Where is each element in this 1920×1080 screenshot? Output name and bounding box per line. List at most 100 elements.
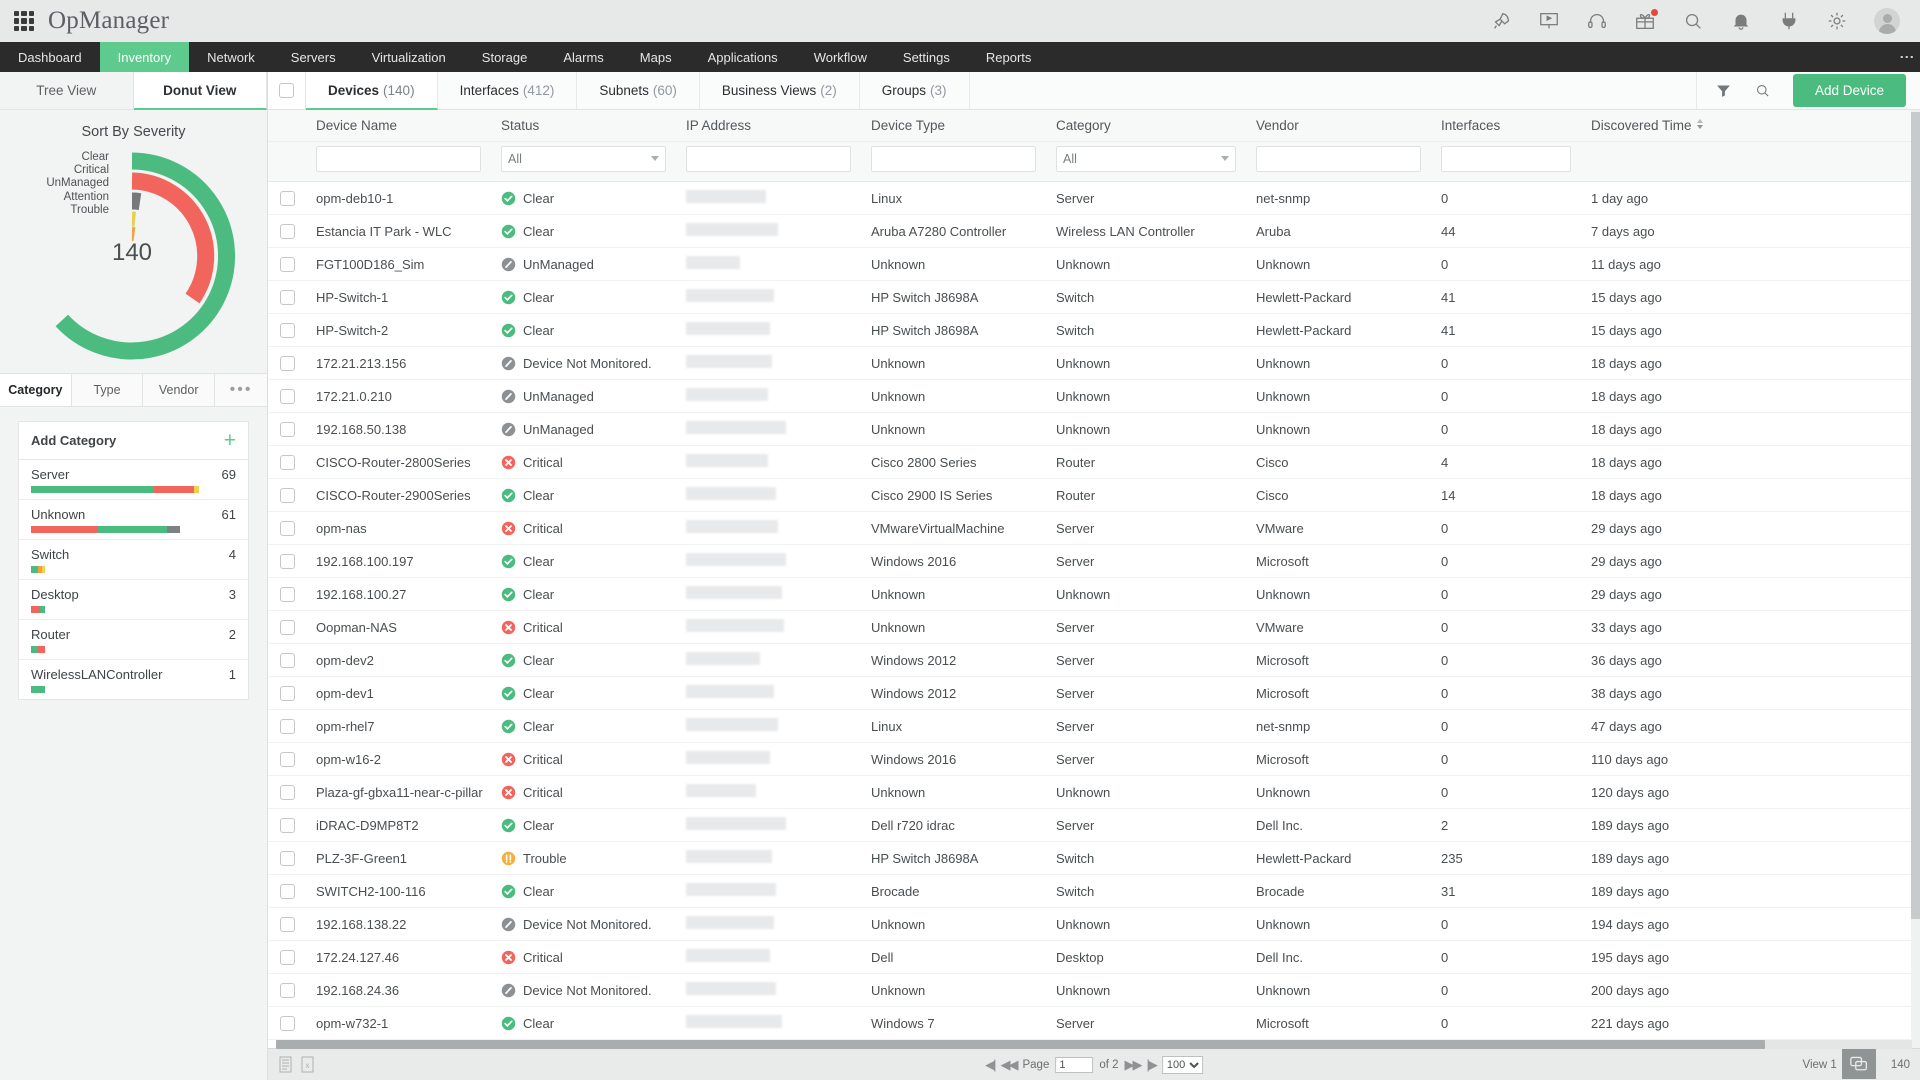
plug-icon[interactable] bbox=[1778, 10, 1800, 32]
chat-icon[interactable] bbox=[1842, 1049, 1876, 1079]
funnel-icon[interactable] bbox=[1715, 82, 1732, 99]
category-item[interactable]: Unknown 61 bbox=[19, 500, 248, 540]
column-header-device-name[interactable]: Device Name bbox=[306, 110, 491, 142]
cell-device-name[interactable]: opm-w16-2 bbox=[306, 742, 491, 776]
table-row[interactable]: 192.168.50.138 UnManaged Unknown Unknown Unk… bbox=[268, 412, 1920, 446]
row-checkbox[interactable] bbox=[279, 554, 295, 570]
nav-item-servers[interactable]: Servers bbox=[273, 42, 354, 72]
grouping-more-icon[interactable]: ••• bbox=[215, 374, 268, 406]
row-checkbox[interactable] bbox=[279, 719, 295, 735]
nav-item-alarms[interactable]: Alarms bbox=[545, 42, 621, 72]
cell-device-name[interactable]: CISCO-Router-2900Series bbox=[306, 478, 491, 512]
table-row[interactable]: opm-rhel7 Clear Linux Server net-snmp 0 47 day… bbox=[268, 709, 1920, 743]
cell-device-name[interactable]: FGT100D186_Sim bbox=[306, 247, 491, 281]
cell-device-name[interactable]: opm-deb10-1 bbox=[306, 181, 491, 215]
cell-device-name[interactable]: Plaza-gf-gbxa11-near-c-pillar bbox=[306, 775, 491, 809]
status-filter-select[interactable] bbox=[501, 146, 666, 172]
category-item[interactable]: Switch 4 bbox=[19, 540, 248, 580]
select-all-checkbox[interactable] bbox=[279, 83, 294, 98]
nav-item-network[interactable]: Network bbox=[189, 42, 273, 72]
nav-item-inventory[interactable]: Inventory bbox=[99, 42, 190, 72]
cell-device-name[interactable]: opm-dev2 bbox=[306, 643, 491, 677]
row-checkbox[interactable] bbox=[279, 917, 295, 933]
table-row[interactable]: 172.21.213.156 Device Not Monitored. Unkno… bbox=[268, 346, 1920, 380]
app-grid-icon[interactable] bbox=[14, 11, 34, 31]
cell-device-name[interactable]: iDRAC-D9MP8T2 bbox=[306, 808, 491, 842]
search-icon[interactable] bbox=[1682, 10, 1704, 32]
table-row[interactable]: 172.24.127.46 Critical Dell Desktop Dell Inc… bbox=[268, 940, 1920, 974]
column-header-interfaces[interactable]: Interfaces bbox=[1431, 110, 1581, 142]
view-tab-tree-view[interactable]: Tree View bbox=[0, 72, 134, 109]
row-checkbox[interactable] bbox=[279, 323, 295, 339]
inventory-tab-subnets[interactable]: Subnets (60) bbox=[577, 72, 700, 109]
inventory-tab-devices[interactable]: Devices (140) bbox=[306, 72, 438, 110]
headset-icon[interactable] bbox=[1586, 10, 1608, 32]
row-checkbox[interactable] bbox=[279, 785, 295, 801]
nav-item-dashboard[interactable]: Dashboard bbox=[0, 42, 100, 72]
table-row[interactable]: 172.21.0.210 UnManaged Unknown Unknown Unkno… bbox=[268, 379, 1920, 413]
page-size-select[interactable]: 100 bbox=[1161, 1055, 1203, 1074]
table-row[interactable]: 192.168.138.22 Device Not Monitored. Unkno… bbox=[268, 907, 1920, 941]
table-row[interactable]: 192.168.100.197 Clear Windows 2016 Server Mi… bbox=[268, 544, 1920, 578]
cell-device-name[interactable]: opm-rhel7 bbox=[306, 709, 491, 743]
pdf-export-icon[interactable] bbox=[278, 1056, 293, 1073]
row-checkbox[interactable] bbox=[279, 191, 295, 207]
row-checkbox[interactable] bbox=[279, 851, 295, 867]
row-checkbox[interactable] bbox=[279, 653, 295, 669]
cell-device-name[interactable]: HP-Switch-1 bbox=[306, 280, 491, 314]
column-header-ip-address[interactable]: IP Address bbox=[676, 110, 861, 142]
table-row[interactable]: 192.168.100.27 Clear Unknown Unknown Unknown… bbox=[268, 577, 1920, 611]
grouping-tab-type[interactable]: Type bbox=[71, 374, 144, 406]
device-type-filter-input[interactable] bbox=[871, 146, 1036, 172]
row-checkbox[interactable] bbox=[279, 983, 295, 999]
category-filter-select[interactable] bbox=[1056, 146, 1236, 172]
grouping-tab-category[interactable]: Category bbox=[0, 374, 72, 406]
row-checkbox[interactable] bbox=[279, 488, 295, 504]
nav-item-workflow[interactable]: Workflow bbox=[796, 42, 885, 72]
presentation-icon[interactable] bbox=[1538, 10, 1560, 32]
row-checkbox[interactable] bbox=[279, 356, 295, 372]
grouping-tab-vendor[interactable]: Vendor bbox=[143, 374, 216, 406]
plus-icon[interactable]: + bbox=[224, 430, 236, 451]
column-header-category[interactable]: Category bbox=[1046, 110, 1246, 142]
cell-device-name[interactable]: 172.21.0.210 bbox=[306, 379, 491, 413]
cell-device-name[interactable]: 172.21.213.156 bbox=[306, 346, 491, 380]
search-icon[interactable] bbox=[1754, 82, 1771, 99]
row-checkbox[interactable] bbox=[279, 950, 295, 966]
cell-device-name[interactable]: 172.24.127.46 bbox=[306, 940, 491, 974]
table-row[interactable]: opm-deb10-1 Clear Linux Server net-snmp 0 1 da… bbox=[268, 181, 1920, 215]
prev-page-button[interactable]: ◀◀ bbox=[1000, 1057, 1018, 1073]
inventory-tab-interfaces[interactable]: Interfaces (412) bbox=[437, 72, 578, 109]
cell-device-name[interactable]: CISCO-Router-2800Series bbox=[306, 445, 491, 479]
column-header-device-type[interactable]: Device Type bbox=[861, 110, 1046, 142]
nav-overflow-icon[interactable]: ⋮ bbox=[1894, 42, 1920, 72]
category-item[interactable]: Router 2 bbox=[19, 620, 248, 660]
category-item[interactable]: WirelessLANController 1 bbox=[19, 660, 248, 699]
page-number-input[interactable] bbox=[1055, 1056, 1094, 1073]
cell-device-name[interactable]: opm-dev1 bbox=[306, 676, 491, 710]
row-checkbox[interactable] bbox=[279, 752, 295, 768]
cell-device-name[interactable]: 192.168.50.138 bbox=[306, 412, 491, 446]
gear-icon[interactable] bbox=[1826, 10, 1848, 32]
excel-export-icon[interactable]: x bbox=[300, 1056, 315, 1073]
last-page-button[interactable]: |▶ bbox=[1147, 1057, 1158, 1073]
avatar[interactable] bbox=[1874, 8, 1900, 34]
row-checkbox[interactable] bbox=[279, 587, 295, 603]
cell-device-name[interactable]: PLZ-3F-Green1 bbox=[306, 841, 491, 875]
nav-item-settings[interactable]: Settings bbox=[885, 42, 968, 72]
column-header-vendor[interactable]: Vendor bbox=[1246, 110, 1431, 142]
row-checkbox[interactable] bbox=[279, 290, 295, 306]
nav-item-maps[interactable]: Maps bbox=[622, 42, 690, 72]
device-name-filter-input[interactable] bbox=[316, 146, 481, 172]
cell-device-name[interactable]: opm-w732-1 bbox=[306, 1006, 491, 1040]
table-row[interactable]: opm-dev2 Clear Windows 2012 Server Microsoft… bbox=[268, 643, 1920, 677]
table-row[interactable]: opm-nas Critical VMwareVirtualMachine Serve… bbox=[268, 511, 1920, 545]
add-device-button[interactable]: Add Device bbox=[1792, 74, 1906, 107]
view-tab-donut-view[interactable]: Donut View bbox=[133, 72, 267, 110]
nav-item-virtualization[interactable]: Virtualization bbox=[354, 42, 464, 72]
donut-chart[interactable]: Clear Critical UnManaged Attention Trouble 1… bbox=[0, 140, 268, 365]
table-horizontal-scrollbar[interactable] bbox=[276, 1040, 1912, 1049]
row-checkbox[interactable] bbox=[279, 1016, 295, 1032]
cell-device-name[interactable]: Oopman-NAS bbox=[306, 610, 491, 644]
cell-device-name[interactable]: 192.168.100.27 bbox=[306, 577, 491, 611]
